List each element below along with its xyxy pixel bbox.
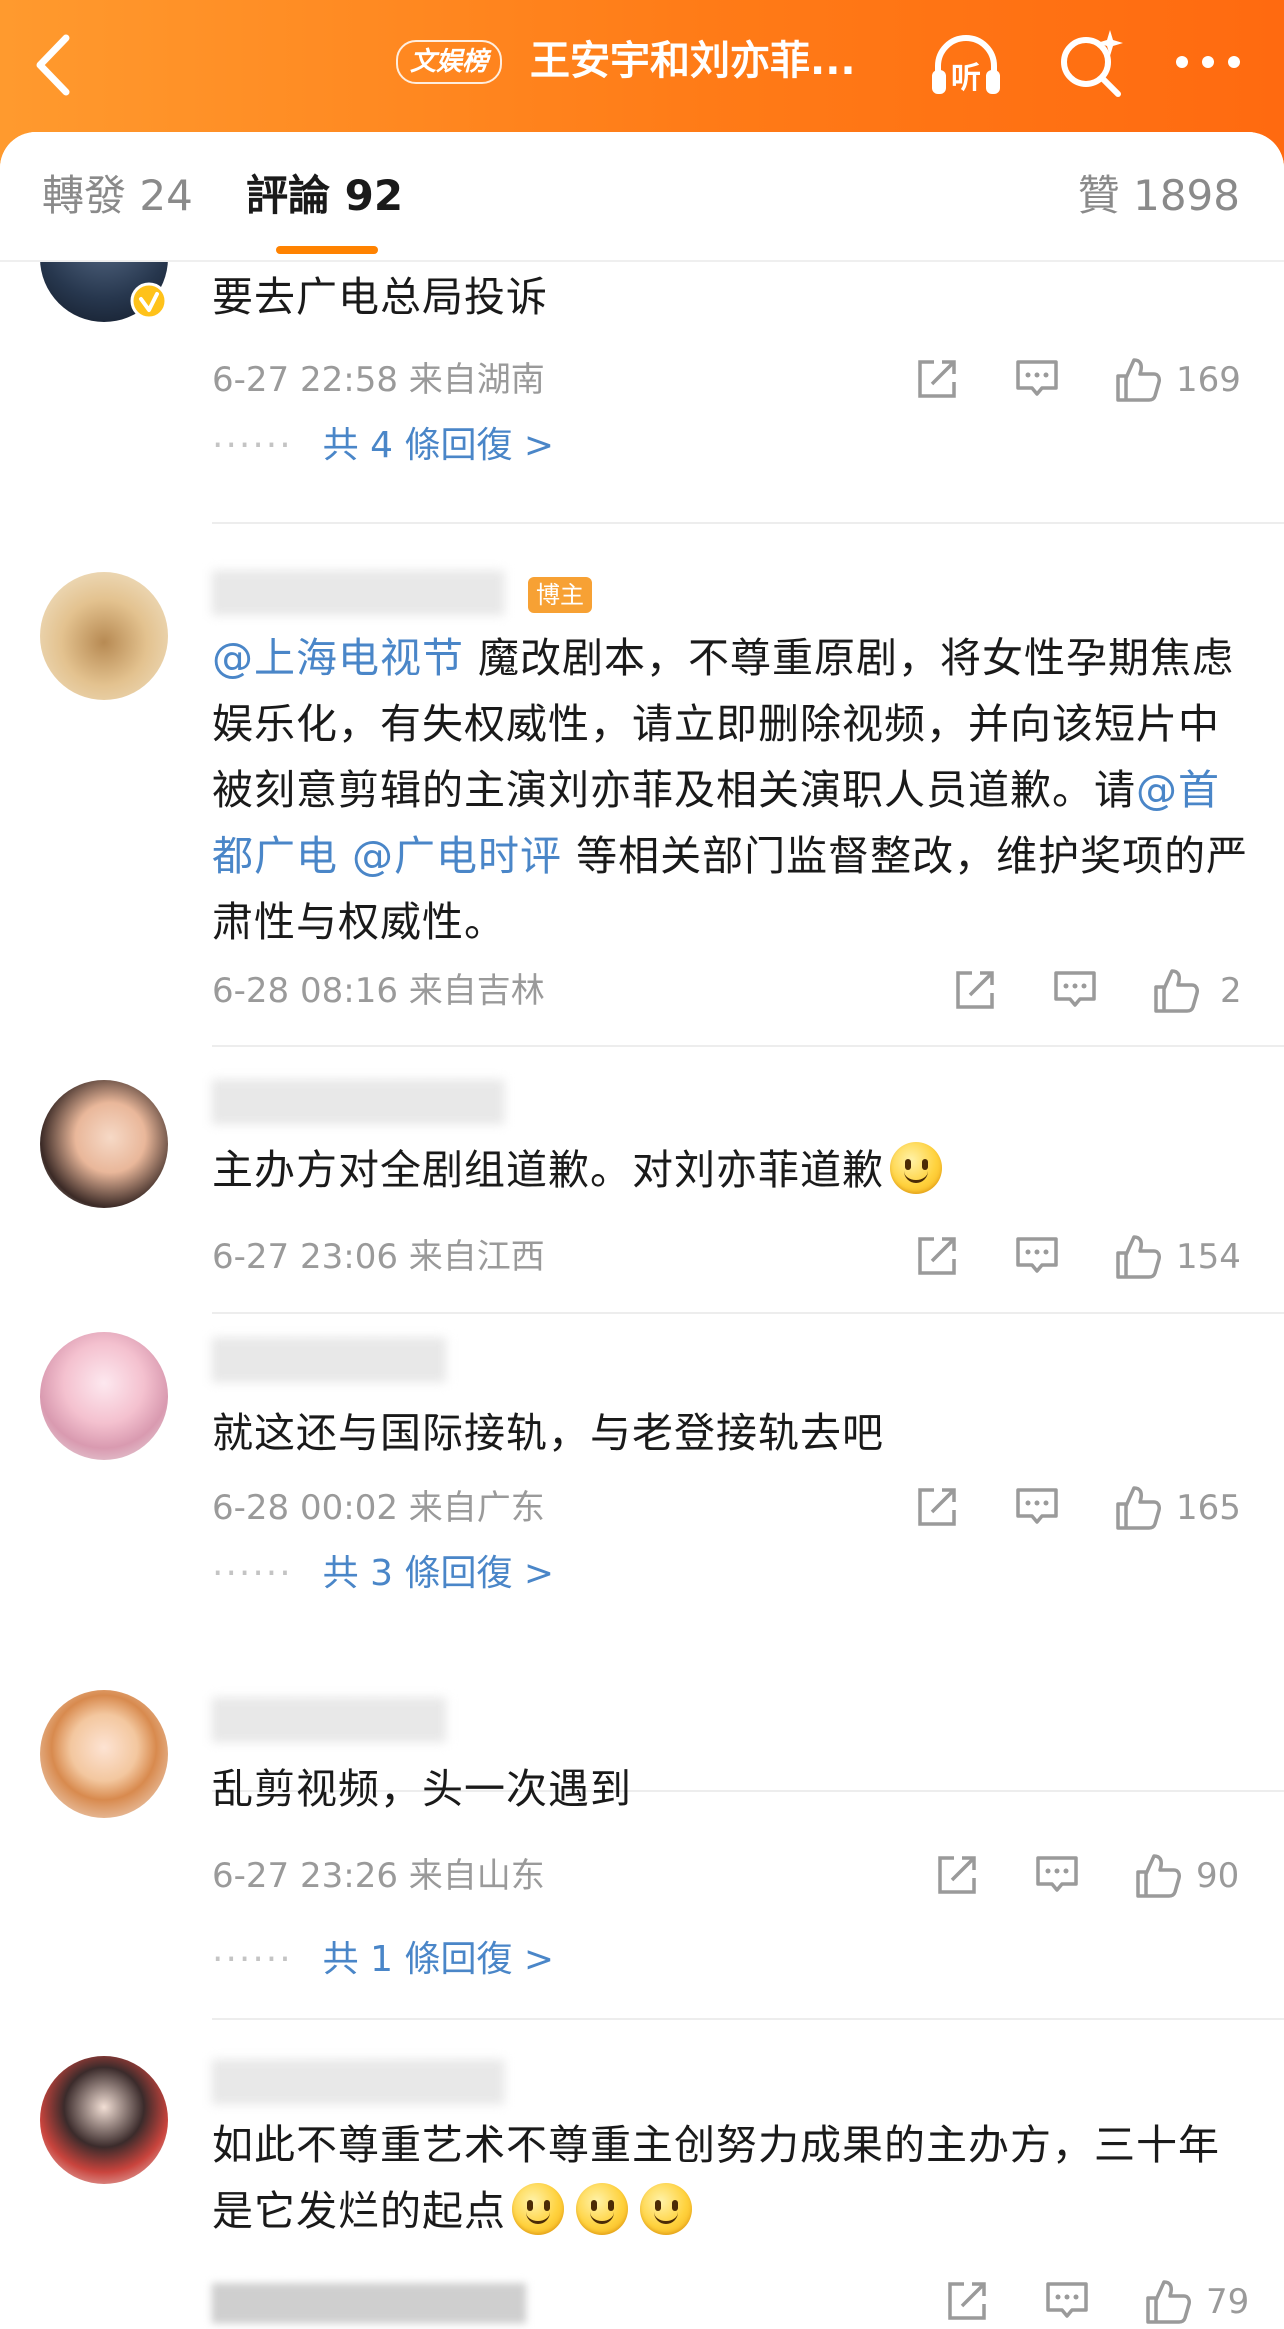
username: ██████████ bbox=[212, 2060, 505, 2104]
dots-decoration: ······ bbox=[212, 1939, 293, 1980]
comment-actions: 79 bbox=[944, 2278, 1249, 2326]
comment-meta: 6-28 08:16 来自吉林 bbox=[212, 971, 545, 1011]
like-count: 90 bbox=[1196, 1856, 1240, 1896]
comment-actions: 169 bbox=[914, 356, 1244, 404]
comment-body: 如此不尊重艺术不尊重主创努力成果的主办方，三十年是它发烂的起点 bbox=[212, 2121, 1220, 2235]
dots-decoration: ······ bbox=[212, 425, 293, 466]
comment-meta: 6-27 23:26 来自山东 bbox=[212, 1856, 545, 1896]
comment-item: ████████ 乱剪视频，头一次遇到 6-27 23:26 来自山东 90 ·… bbox=[0, 1660, 1284, 2020]
comment-icon[interactable] bbox=[1044, 2278, 1090, 2324]
verified-badge-icon bbox=[130, 282, 168, 320]
replies-count[interactable]: 共 4 條回復 > bbox=[323, 425, 554, 466]
comment-actions: 90 bbox=[934, 1852, 1244, 1900]
mention-link[interactable]: @上海电视节 bbox=[212, 634, 464, 682]
tab-repost[interactable]: 轉發 24 bbox=[42, 168, 193, 224]
mention-link[interactable]: @广电时评 bbox=[352, 832, 562, 880]
comment-item: ██████████ 博主 @上海电视节 魔改剧本，不尊重原剧，将女性孕期焦虑娱… bbox=[0, 527, 1284, 1050]
smile-emoji-icon bbox=[512, 2183, 564, 2235]
comment-meta: ████████████ bbox=[212, 2284, 526, 2324]
avatar[interactable] bbox=[40, 1690, 168, 1818]
comment-icon[interactable] bbox=[1034, 1852, 1080, 1898]
search-sparkle-icon[interactable] bbox=[1054, 28, 1126, 100]
comment-body: 主办方对全剧组道歉。对刘亦菲道歉 bbox=[212, 1146, 884, 1194]
comment-item: ██████████ 如此不尊重艺术不尊重主创努力成果的主办方，三十年是它发烂的… bbox=[0, 2020, 1284, 2329]
comment-text: 主办方对全剧组道歉。对刘亦菲道歉 bbox=[212, 1137, 1252, 1203]
active-tab-indicator bbox=[276, 246, 378, 254]
username: ██████████ bbox=[212, 1080, 505, 1124]
tab-comment[interactable]: 評論 92 bbox=[246, 168, 403, 224]
avatar[interactable] bbox=[40, 2056, 168, 2184]
blogger-badge: 博主 bbox=[528, 577, 592, 613]
view-replies-link[interactable]: ······ 共 4 條回復 > bbox=[212, 422, 554, 470]
divider bbox=[212, 522, 1284, 524]
username: ████████ bbox=[212, 1698, 446, 1742]
tab-bar: 轉發 24 評論 92 贊 1898 bbox=[0, 132, 1284, 262]
back-chevron-icon[interactable] bbox=[28, 30, 78, 100]
like-thumb-icon[interactable] bbox=[1144, 2278, 1192, 2326]
smile-emoji-icon bbox=[890, 1142, 942, 1194]
comment-text: 要去广电总局投诉 bbox=[212, 273, 548, 321]
listen-label: 听 bbox=[951, 61, 981, 96]
page-title[interactable]: 王安宇和刘亦菲... bbox=[530, 36, 900, 86]
share-icon[interactable] bbox=[934, 1852, 980, 1898]
comment-text: @上海电视节 魔改剧本，不尊重原剧，将女性孕期焦虑娱乐化，有失权威性，请立即删除… bbox=[212, 625, 1252, 955]
share-icon[interactable] bbox=[944, 2278, 990, 2324]
view-replies-link[interactable]: ······ 共 1 條回復 > bbox=[212, 1936, 554, 1984]
listen-headphone-icon[interactable]: 听 bbox=[926, 26, 1006, 106]
divider bbox=[212, 1045, 1284, 1047]
username: ██████████ bbox=[212, 571, 505, 615]
comment-text: 乱剪视频，头一次遇到 bbox=[212, 1765, 632, 1813]
comment-text: 如此不尊重艺术不尊重主创努力成果的主办方，三十年是它发烂的起点 bbox=[212, 2112, 1252, 2244]
comment-item bbox=[0, 1254, 1284, 1614]
divider bbox=[0, 260, 1284, 262]
avatar[interactable] bbox=[40, 1080, 168, 1208]
tab-like[interactable]: 贊 1898 bbox=[1078, 168, 1240, 224]
share-icon[interactable] bbox=[952, 967, 998, 1013]
like-thumb-icon[interactable] bbox=[1114, 356, 1162, 404]
avatar[interactable] bbox=[40, 572, 168, 700]
like-count: 169 bbox=[1176, 360, 1241, 400]
like-count: 79 bbox=[1206, 2282, 1250, 2322]
replies-count[interactable]: 共 1 條回復 > bbox=[323, 1939, 554, 1980]
share-icon[interactable] bbox=[914, 356, 960, 402]
like-thumb-icon[interactable] bbox=[1152, 967, 1200, 1015]
like-thumb-icon[interactable] bbox=[1134, 1852, 1182, 1900]
comment-meta: 6-27 22:58 来自湖南 bbox=[212, 360, 545, 400]
comment-icon[interactable] bbox=[1014, 356, 1060, 402]
smile-emoji-icon bbox=[640, 2183, 692, 2235]
like-count: 2 bbox=[1220, 971, 1242, 1011]
ranking-tag[interactable]: 文娱榜 bbox=[396, 40, 503, 84]
comment-actions: 2 bbox=[952, 967, 1244, 1015]
comment-icon[interactable] bbox=[1052, 967, 1098, 1013]
more-dots-icon[interactable] bbox=[1172, 44, 1244, 80]
smile-emoji-icon bbox=[576, 2183, 628, 2235]
